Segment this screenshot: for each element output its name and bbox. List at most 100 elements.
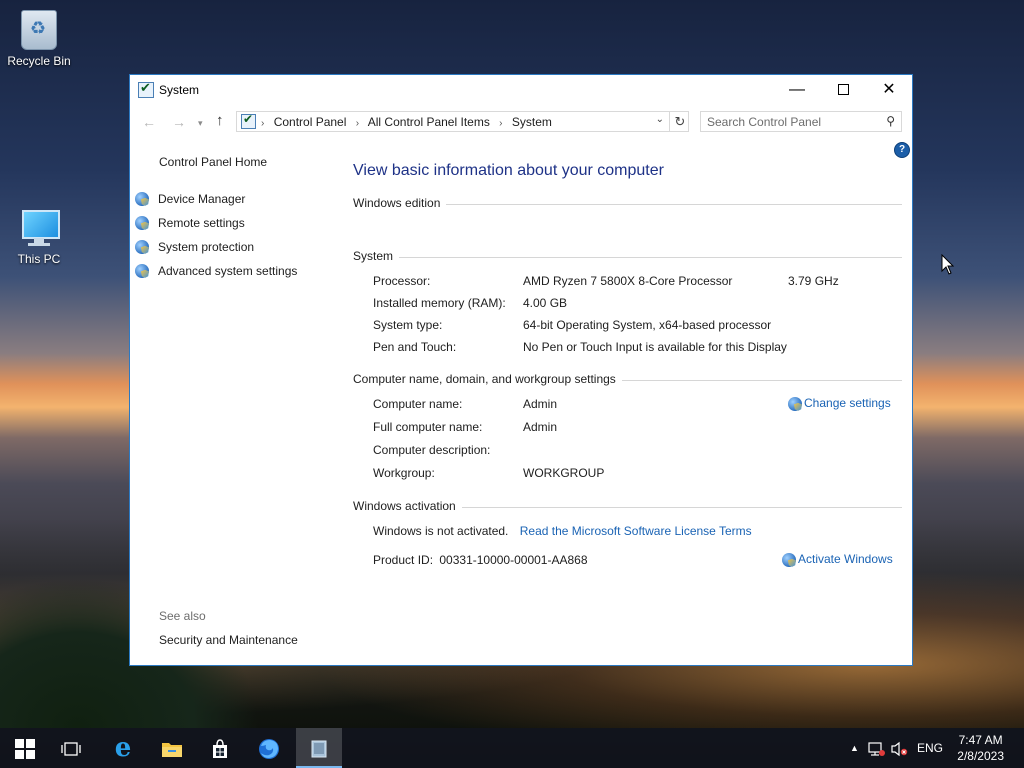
title-bar[interactable]: System — ✕ (130, 75, 912, 105)
activation-status-row: Windows is not activated. Read the Micro… (373, 524, 752, 538)
network-icon (868, 742, 885, 756)
system-checkmark-icon (138, 80, 154, 98)
volume-tray-button[interactable] (890, 728, 908, 768)
workgroup-label: Workgroup: (373, 466, 435, 480)
task-view-icon (61, 742, 81, 756)
uac-shield-icon (135, 191, 149, 206)
search-placeholder: Search Control Panel (707, 115, 822, 129)
speaker-muted-icon (891, 741, 908, 757)
desktop-icon-recycle-bin[interactable]: Recycle Bin (1, 10, 77, 68)
up-arrow-icon[interactable]: ↑ (216, 112, 224, 129)
input-language-indicator[interactable]: ENG (917, 728, 943, 768)
uac-shield-icon (782, 552, 796, 567)
pen-touch-label: Pen and Touch: (373, 340, 457, 354)
system-app-icon (311, 740, 327, 758)
back-arrow-icon[interactable]: ← (142, 114, 156, 130)
control-panel-icon (241, 112, 256, 129)
activation-status: Windows is not activated. (373, 524, 509, 538)
minimize-button[interactable]: — (774, 75, 820, 105)
breadcrumb-separator[interactable]: › (499, 118, 502, 129)
section-system: System (353, 249, 902, 263)
firefox-button[interactable] (246, 728, 292, 768)
start-button[interactable] (2, 728, 48, 768)
control-panel-home-link[interactable]: Control Panel Home (159, 155, 267, 169)
breadcrumb-control-panel[interactable]: Control Panel (274, 115, 347, 129)
activate-windows-link[interactable]: Activate Windows (782, 552, 893, 567)
main-content: View basic information about your comput… (353, 139, 902, 665)
license-terms-link[interactable]: Read the Microsoft Software License Term… (520, 524, 752, 538)
uac-shield-icon (135, 263, 149, 278)
sidebar-item-remote-settings[interactable]: Remote settings (135, 215, 245, 233)
folder-icon (162, 742, 182, 757)
search-icon[interactable]: ⚲ (886, 114, 895, 128)
processor-label: Processor: (373, 274, 431, 288)
product-id-label: Product ID: (373, 553, 434, 567)
internet-explorer-icon[interactable]: e (100, 728, 146, 768)
window-title: System (159, 83, 200, 97)
forward-arrow-icon[interactable]: → (172, 114, 186, 130)
system-window: System — ✕ ← → ▾ ↑ › Control Panel › All… (129, 74, 913, 666)
system-type-value: 64-bit Operating System, x64-based proce… (523, 318, 772, 332)
uac-shield-icon (135, 215, 149, 230)
sidebar-item-label: Remote settings (158, 215, 245, 230)
pen-touch-value: No Pen or Touch Input is available for t… (523, 340, 787, 354)
firefox-icon (259, 738, 279, 759)
change-settings-label: Change settings (804, 396, 891, 410)
section-windows-edition: Windows edition (353, 196, 902, 210)
maximize-icon (837, 84, 849, 96)
uac-shield-icon (788, 396, 802, 411)
desktop-icon-label: Recycle Bin (7, 54, 71, 68)
workgroup-value: WORKGROUP (523, 466, 605, 480)
memory-label: Installed memory (RAM): (373, 296, 506, 310)
maximize-button[interactable] (820, 75, 866, 105)
computer-description-label: Computer description: (373, 443, 491, 457)
navigation-bar: ← → ▾ ↑ › Control Panel › All Control Pa… (130, 105, 912, 139)
refresh-icon[interactable]: ↻ (669, 111, 690, 132)
store-bag-icon (213, 739, 227, 758)
clock[interactable]: 7:47 AM 2/8/2023 (957, 732, 1004, 764)
system-window-taskbar-button[interactable] (296, 728, 342, 768)
mouse-cursor-icon (941, 254, 955, 275)
file-explorer-button[interactable] (149, 728, 195, 768)
task-view-button[interactable] (48, 728, 94, 768)
sidebar-item-device-manager[interactable]: Device Manager (135, 191, 245, 209)
full-computer-name-label: Full computer name: (373, 420, 483, 434)
change-settings-link[interactable]: Change settings (788, 396, 891, 411)
desktop-icon-this-pc[interactable]: This PC (1, 208, 77, 266)
network-tray-button[interactable] (868, 728, 886, 768)
breadcrumb-all-items[interactable]: All Control Panel Items (368, 115, 490, 129)
computer-name-label: Computer name: (373, 397, 463, 411)
desktop-icon-label: This PC (17, 252, 61, 266)
sidebar-item-label: System protection (158, 239, 255, 254)
clock-date: 2/8/2023 (957, 749, 1004, 763)
system-type-label: System type: (373, 318, 443, 332)
sidebar-item-system-protection[interactable]: System protection (135, 239, 254, 257)
product-id-row: Product ID: 00331-10000-00001-AA868 (373, 553, 588, 567)
clock-time: 7:47 AM (958, 733, 1003, 747)
section-title: System (353, 249, 400, 263)
sidebar-item-label: Device Manager (158, 191, 246, 206)
breadcrumb-separator: › (261, 118, 265, 129)
address-dropdown-chevron-icon[interactable]: ⌄ (656, 114, 664, 125)
search-input[interactable]: Search Control Panel ⚲ (700, 111, 902, 132)
sidebar-item-label: Advanced system settings (158, 263, 298, 278)
see-also-heading: See also (159, 609, 206, 623)
close-button[interactable]: ✕ (866, 75, 912, 105)
computer-name-value: Admin (523, 397, 558, 411)
section-title: Windows edition (353, 196, 447, 210)
full-computer-name-value: Admin (523, 420, 558, 434)
store-button[interactable] (197, 728, 243, 768)
breadcrumb-separator[interactable]: › (356, 118, 359, 129)
security-and-maintenance-link[interactable]: Security and Maintenance (159, 633, 298, 647)
address-bar[interactable]: › Control Panel › All Control Panel Item… (236, 111, 689, 132)
breadcrumb-system[interactable]: System (512, 115, 552, 129)
processor-value: AMD Ryzen 7 5800X 8-Core Processor (523, 274, 733, 288)
section-computer-name: Computer name, domain, and workgroup set… (353, 372, 902, 386)
recent-locations-chevron-icon[interactable]: ▾ (198, 118, 203, 129)
sidebar-item-advanced-system-settings[interactable]: Advanced system settings (135, 263, 297, 281)
taskbar: e ▲ ENG 7:47 AM 2/8/2023 (0, 728, 1024, 768)
processor-speed: 3.79 GHz (788, 274, 839, 288)
show-hidden-icons-chevron-icon[interactable]: ▲ (850, 728, 859, 768)
section-title: Windows activation (353, 499, 462, 513)
recycle-bin-icon (21, 10, 57, 50)
